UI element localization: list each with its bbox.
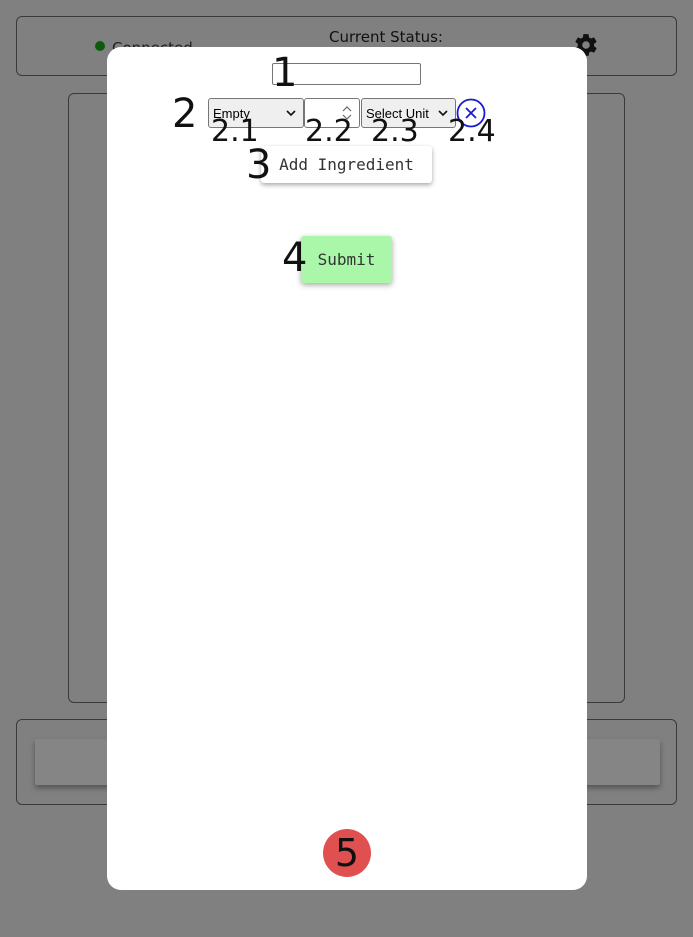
connection-status-dot (95, 41, 105, 51)
annotation-2: 2 (172, 91, 198, 137)
add-ingredient-button[interactable]: Add Ingredient (261, 146, 432, 183)
annotation-3: 3 (246, 142, 272, 188)
annotation-2-4: 2.4 (448, 114, 496, 149)
current-status-label: Current Status: (329, 28, 443, 46)
annotation-4: 4 (282, 235, 308, 281)
add-recipe-modal: 1 2 Empty Select Unit 2.1 2.2 2.3 2.4 Ad… (107, 47, 587, 890)
annotation-2-2: 2.2 (305, 114, 353, 149)
close-modal-button[interactable]: 5 (323, 829, 371, 877)
annotation-2-3: 2.3 (371, 114, 419, 149)
chevron-down-icon (286, 110, 296, 117)
annotation-1: 1 (272, 50, 298, 96)
submit-button[interactable]: Submit (301, 236, 392, 283)
